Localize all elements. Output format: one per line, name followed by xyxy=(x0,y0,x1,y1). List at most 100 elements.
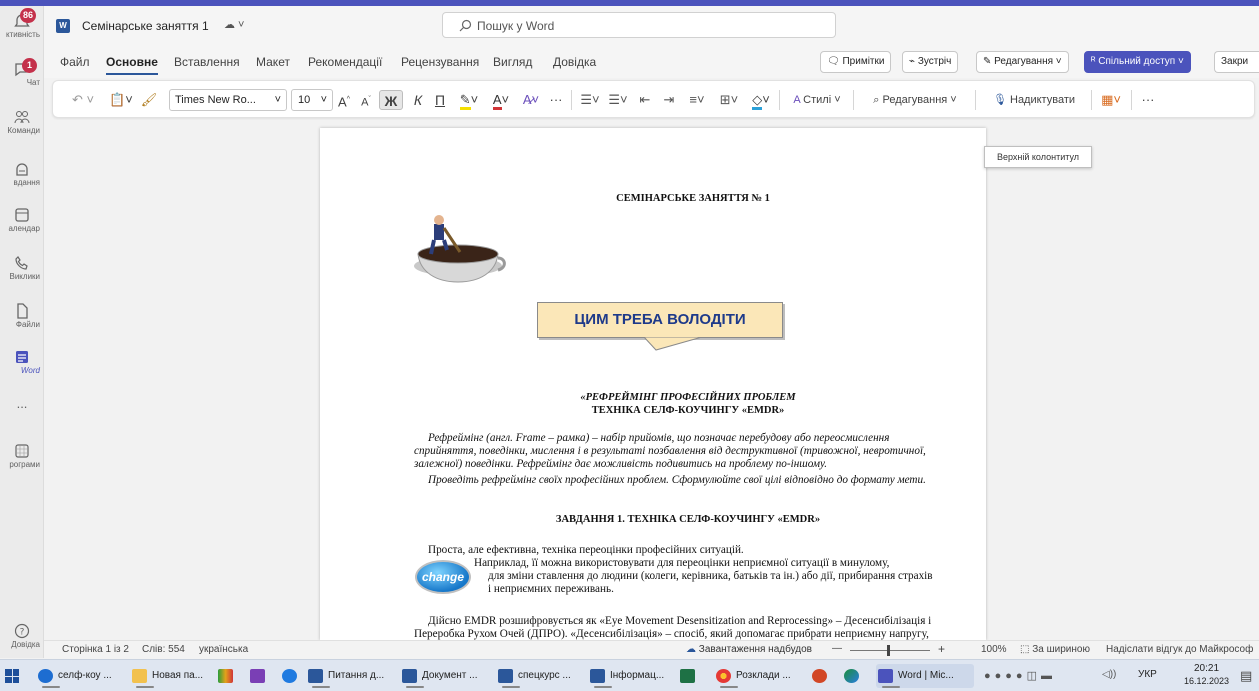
fit-width-button[interactable]: ⬚ За шириною xyxy=(1020,644,1090,655)
rail-help[interactable]: ? Довідка xyxy=(0,618,44,660)
start-icon[interactable] xyxy=(5,669,19,683)
highlight-icon[interactable]: ✎˅ xyxy=(455,90,483,110)
taskbar-item[interactable] xyxy=(248,664,274,688)
subtitle-line-1: «РЕФРЕЙМІНГ ПРОФЕСІЙНИХ ПРОБЛЕМ xyxy=(580,392,796,403)
paste-icon[interactable]: 📋˅ xyxy=(105,90,137,110)
word-icon xyxy=(498,669,513,683)
editing-button[interactable]: ⌕ Редагування ˅ xyxy=(859,90,971,110)
rail-apps[interactable]: рограми xyxy=(0,438,44,480)
bold-button[interactable]: Ж xyxy=(379,90,403,110)
dictate-button[interactable]: 🎙 Надиктувати xyxy=(981,90,1087,110)
taskbar-item[interactable] xyxy=(280,664,306,688)
search-input[interactable]: Пошук у Word xyxy=(477,19,554,33)
font-color-icon[interactable]: A˅ xyxy=(487,90,515,110)
rail-word[interactable]: Word xyxy=(0,344,44,386)
share-label: Спільний доступ xyxy=(1098,56,1176,67)
more-options-button[interactable]: ··· xyxy=(1137,90,1159,110)
font-size-select[interactable]: 10 ˅ xyxy=(291,89,333,111)
designer-icon[interactable]: ▦˅ xyxy=(1097,90,1125,110)
taskbar-item[interactable]: Документ ... xyxy=(400,664,496,688)
tab-file[interactable]: Файл xyxy=(60,55,90,69)
borders-icon[interactable]: ⊞˅ xyxy=(715,90,743,110)
grow-font-button[interactable]: A^ xyxy=(335,90,353,110)
zoom-slider[interactable] xyxy=(850,650,930,651)
tab-view[interactable]: Вигляд xyxy=(493,55,532,69)
clock-time[interactable]: 20:21 xyxy=(1194,663,1219,674)
zoom-slider-thumb[interactable] xyxy=(887,645,890,656)
input-language[interactable]: УКР xyxy=(1138,669,1157,680)
zoom-in-button[interactable]: + xyxy=(938,642,945,656)
word-icon xyxy=(402,669,417,683)
more-font-options-button[interactable]: ··· xyxy=(547,90,565,110)
format-painter-icon[interactable]: 🖌 xyxy=(139,90,159,110)
numbering-icon[interactable]: ☰˅ xyxy=(605,90,631,110)
clock-date[interactable]: 16.12.2023 xyxy=(1184,676,1229,686)
shrink-font-button[interactable]: Aˇ xyxy=(357,90,375,110)
document-page[interactable]: СЕМІНАРСЬКЕ ЗАНЯТТЯ № 1 ЦИМ ТРЕБА ВОЛОДІ… xyxy=(320,128,986,640)
volume-icon[interactable]: ◁)) xyxy=(1102,669,1116,680)
notification-icon[interactable]: ▤ xyxy=(1240,668,1252,684)
rail-calls[interactable]: Виклики xyxy=(0,250,44,292)
rail-files[interactable]: Файли xyxy=(0,298,44,340)
taskbar-item[interactable]: спецкурс ... xyxy=(496,664,588,688)
document-title[interactable]: Семінарське заняття 1 xyxy=(82,19,209,33)
feedback-link[interactable]: Надіслати відгук до Майкрософ xyxy=(1106,644,1253,655)
shrink-font-label: A xyxy=(361,96,369,109)
undo-icon[interactable]: ↶ ˅ xyxy=(67,90,99,110)
file-icon xyxy=(17,303,28,319)
taskbar-label: Розклади ... xyxy=(736,670,791,681)
rail-chat[interactable]: 1 Чат xyxy=(0,56,44,98)
taskbar-item-active[interactable]: Word | Mic... xyxy=(876,664,974,688)
bullets-icon[interactable]: ☰˅ xyxy=(577,90,603,110)
tray-icons[interactable]: ●●●●◫▬ xyxy=(984,669,1056,682)
page-count[interactable]: Сторінка 1 із 2 xyxy=(62,644,129,655)
sync-status-icon[interactable]: ☁ ˅ xyxy=(224,18,244,31)
taskbar-item[interactable] xyxy=(842,664,868,688)
clear-formatting-icon[interactable]: A̷˅ xyxy=(519,90,543,110)
shading-icon[interactable]: ◇˅ xyxy=(747,90,775,110)
word-app-icon xyxy=(16,351,28,363)
underline-button[interactable]: П xyxy=(431,90,449,110)
tab-home[interactable]: Основне xyxy=(106,55,158,75)
zoom-level[interactable]: 100% xyxy=(981,644,1007,655)
taskbar-item[interactable]: Розклади ... xyxy=(714,664,806,688)
taskbar-item[interactable] xyxy=(216,664,242,688)
decrease-indent-icon[interactable]: ⇤ xyxy=(635,90,655,110)
editing-mode-button[interactable]: ✎ Редагування ˅ xyxy=(976,51,1069,73)
taskbar-item[interactable]: селф-коу ... xyxy=(36,664,128,688)
language-status[interactable]: українська xyxy=(199,644,248,655)
tab-insert[interactable]: Вставлення xyxy=(174,55,240,69)
comments-button[interactable]: 🗨 Примітки xyxy=(820,51,892,73)
rail-activity[interactable]: 86 ктивність xyxy=(0,8,44,50)
align-icon[interactable]: ≡˅ xyxy=(683,90,711,110)
rail-label: вдання xyxy=(13,178,40,187)
addins-status: ☁ Завантаження надбудов xyxy=(686,644,812,655)
search-box[interactable]: Пошук у Word xyxy=(442,12,836,38)
italic-button[interactable]: К xyxy=(409,90,427,110)
coffee-cup-illustration xyxy=(414,215,506,283)
editing-label: Редагування xyxy=(882,94,948,106)
taskbar-item[interactable]: Новая па... xyxy=(130,664,214,688)
tab-recommendations[interactable]: Рекомендації xyxy=(308,55,382,69)
rail-teams[interactable]: Команди xyxy=(0,104,44,146)
tab-layout[interactable]: Макет xyxy=(256,55,290,69)
share-button[interactable]: ᴿ Спільний доступ ˅ xyxy=(1084,51,1191,73)
taskbar-item[interactable]: Інформац... xyxy=(588,664,676,688)
taskbar-item[interactable] xyxy=(810,664,836,688)
tab-help[interactable]: Довідка xyxy=(553,55,596,69)
tab-review[interactable]: Рецензування xyxy=(401,55,479,69)
word-count[interactable]: Слів: 554 xyxy=(142,644,185,655)
meeting-button[interactable]: ⌁ Зустріч xyxy=(902,51,959,73)
rail-assignments[interactable]: вдання xyxy=(0,156,44,198)
rail-calendar[interactable]: алендар xyxy=(0,202,44,244)
fit-width-label: За шириною xyxy=(1032,644,1090,655)
styles-button[interactable]: A Стилі ˅ xyxy=(785,90,849,110)
taskbar-item[interactable] xyxy=(678,664,708,688)
taskbar-item[interactable]: Питання д... xyxy=(306,664,400,688)
zoom-out-button[interactable]: — xyxy=(832,643,842,654)
font-name-select[interactable]: Times New Ro... ˅ xyxy=(169,89,287,111)
font-name-value: Times New Ro... xyxy=(175,94,256,106)
increase-indent-icon[interactable]: ⇥ xyxy=(659,90,679,110)
rail-more[interactable]: ... xyxy=(0,396,44,418)
close-button[interactable]: Закри xyxy=(1214,51,1259,73)
